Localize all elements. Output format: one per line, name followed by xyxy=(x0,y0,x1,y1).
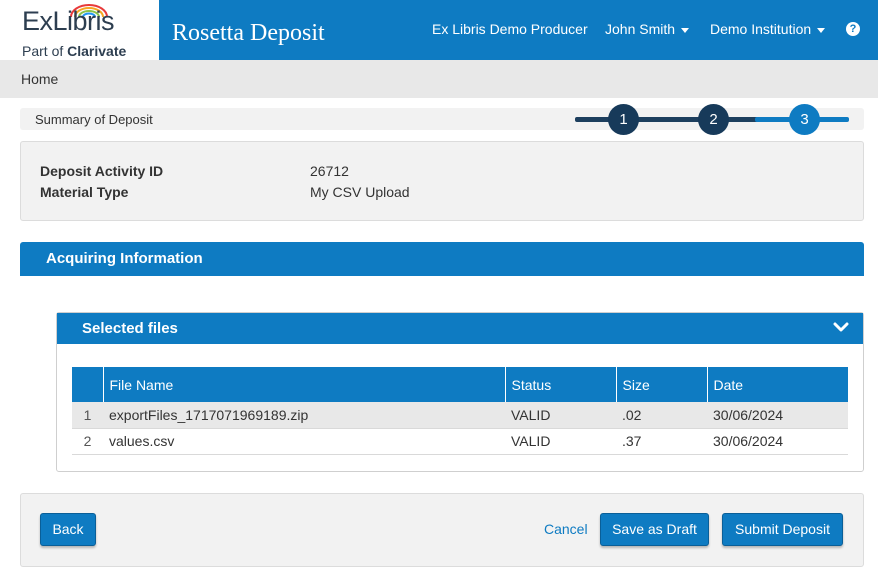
help-icon[interactable]: ? xyxy=(846,22,860,36)
status-cell: VALID xyxy=(505,402,616,429)
institution-menu[interactable]: Demo Institution xyxy=(710,21,826,37)
breadcrumb: Home xyxy=(0,60,878,98)
selected-files-header[interactable]: Selected files xyxy=(57,313,863,344)
back-button[interactable]: Back xyxy=(40,513,96,546)
logo-text: ExLibris xyxy=(22,6,115,36)
logo-subtext: Part of Clarivate xyxy=(22,43,127,59)
acquiring-information-header[interactable]: Acquiring Information xyxy=(20,242,864,276)
date-cell: 30/06/2024 xyxy=(707,428,848,455)
table-row[interactable]: 1 exportFiles_1717071969189.zip VALID .0… xyxy=(72,402,848,429)
app-title: Rosetta Deposit xyxy=(172,20,325,46)
chevron-down-icon[interactable] xyxy=(833,321,849,333)
breadcrumb-home[interactable]: Home xyxy=(21,71,58,87)
step-label: Summary of Deposit xyxy=(35,112,153,127)
selected-files-title: Selected files xyxy=(82,320,178,337)
size-cell: .02 xyxy=(616,402,707,429)
chevron-down-icon xyxy=(681,27,690,33)
step-2[interactable]: 2 xyxy=(698,104,729,135)
institution-name: Demo Institution xyxy=(710,21,812,37)
file-name-cell: exportFiles_1717071969189.zip xyxy=(103,402,505,429)
top-bar: ExLibris Part of Clarivate Rosetta Depos… xyxy=(0,0,878,60)
column-header-date[interactable]: Date xyxy=(707,367,848,402)
date-cell: 30/06/2024 xyxy=(707,402,848,429)
column-header-size[interactable]: Size xyxy=(616,367,708,402)
producer-link[interactable]: Ex Libris Demo Producer xyxy=(432,21,588,37)
save-draft-button[interactable]: Save as Draft xyxy=(600,513,709,546)
material-type-label: Material Type xyxy=(40,184,129,200)
row-number: 1 xyxy=(72,402,103,429)
row-number: 2 xyxy=(72,428,103,455)
column-header-file-name[interactable]: File Name xyxy=(103,367,506,402)
status-cell: VALID xyxy=(505,428,616,455)
user-menu[interactable]: John Smith xyxy=(605,21,690,37)
chevron-down-icon xyxy=(817,27,826,33)
step-3[interactable]: 3 xyxy=(789,104,820,135)
step-1[interactable]: 1 xyxy=(608,104,639,135)
column-header-status[interactable]: Status xyxy=(505,367,617,402)
cancel-button[interactable]: Cancel xyxy=(544,521,588,537)
table-header-row: File Name Status Size Date xyxy=(72,367,848,402)
user-name: John Smith xyxy=(605,21,676,37)
logo[interactable]: ExLibris Part of Clarivate xyxy=(0,0,159,60)
activity-id-value: 26712 xyxy=(310,163,349,179)
logo-brand: Clarivate xyxy=(67,43,127,59)
column-header-index xyxy=(72,367,104,402)
acquiring-information-title: Acquiring Information xyxy=(46,250,203,267)
material-type-value: My CSV Upload xyxy=(310,184,410,200)
size-cell: .37 xyxy=(616,428,707,455)
submit-deposit-button[interactable]: Submit Deposit xyxy=(722,513,843,546)
table-row[interactable]: 2 values.csv VALID .37 30/06/2024 xyxy=(72,428,848,455)
selected-files-table: File Name Status Size Date 1 exportFiles… xyxy=(72,367,848,455)
activity-id-label: Deposit Activity ID xyxy=(40,163,164,179)
deposit-info-panel: Deposit Activity ID 26712 Material Type … xyxy=(20,141,864,221)
file-name-cell: values.csv xyxy=(103,428,505,455)
